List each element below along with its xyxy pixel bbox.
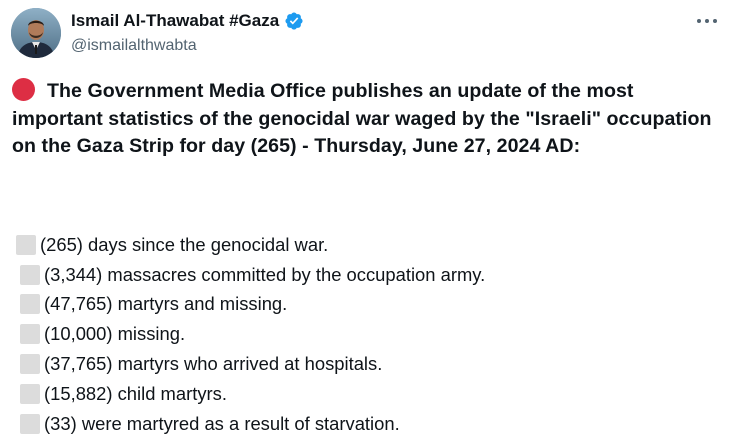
headline-text: The Government Media Office publishes an… xyxy=(12,80,712,157)
placeholder-box-icon xyxy=(20,324,40,345)
list-item: (3,344) massacres committed by the occup… xyxy=(16,260,716,290)
statistics-list: (265) days since the genocidal war. (3,3… xyxy=(16,230,716,439)
stat-text: (15,882) child martyrs. xyxy=(44,382,227,404)
placeholder-box-icon xyxy=(20,264,40,285)
stat-text: (37,765) martyrs who arrived at hospital… xyxy=(44,353,383,375)
stat-text: (3,344) massacres committed by the occup… xyxy=(44,263,486,285)
list-item: (10,000) missing. xyxy=(16,319,716,349)
tweet-text: The Government Media Office publishes an… xyxy=(12,78,724,161)
avatar-photo xyxy=(11,8,61,58)
avatar[interactable] xyxy=(11,8,61,58)
more-options-button[interactable] xyxy=(690,8,724,34)
stat-text: (265) days since the genocidal war. xyxy=(40,233,329,255)
list-item: (15,882) child martyrs. xyxy=(16,379,716,409)
list-item: (47,765) martyrs and missing. xyxy=(16,290,716,320)
list-item: (33) were martyred as a result of starva… xyxy=(16,409,716,439)
red-circle-icon xyxy=(12,78,35,101)
author-handle[interactable]: @ismailalthwabta xyxy=(71,36,197,56)
placeholder-box-icon xyxy=(20,294,40,315)
stat-text: (33) were martyred as a result of starva… xyxy=(44,412,400,434)
placeholder-box-icon xyxy=(20,383,40,404)
list-item: (265) days since the genocidal war. xyxy=(16,230,716,260)
verified-badge-icon xyxy=(284,11,304,31)
stat-text: (10,000) missing. xyxy=(44,323,186,345)
placeholder-box-icon xyxy=(16,234,36,255)
headline: The Government Media Office publishes an… xyxy=(12,78,724,161)
tweet: Ismail Al-Thawabat #Gaza @ismailalthwabt… xyxy=(0,0,733,434)
author-name[interactable]: Ismail Al-Thawabat #Gaza xyxy=(71,10,304,32)
placeholder-box-icon xyxy=(20,413,40,434)
author-name-text[interactable]: Ismail Al-Thawabat #Gaza xyxy=(71,10,279,32)
stat-text: (47,765) martyrs and missing. xyxy=(44,293,288,315)
placeholder-box-icon xyxy=(20,354,40,375)
ellipsis-icon xyxy=(697,19,717,23)
list-item: (37,765) martyrs who arrived at hospital… xyxy=(16,349,716,379)
